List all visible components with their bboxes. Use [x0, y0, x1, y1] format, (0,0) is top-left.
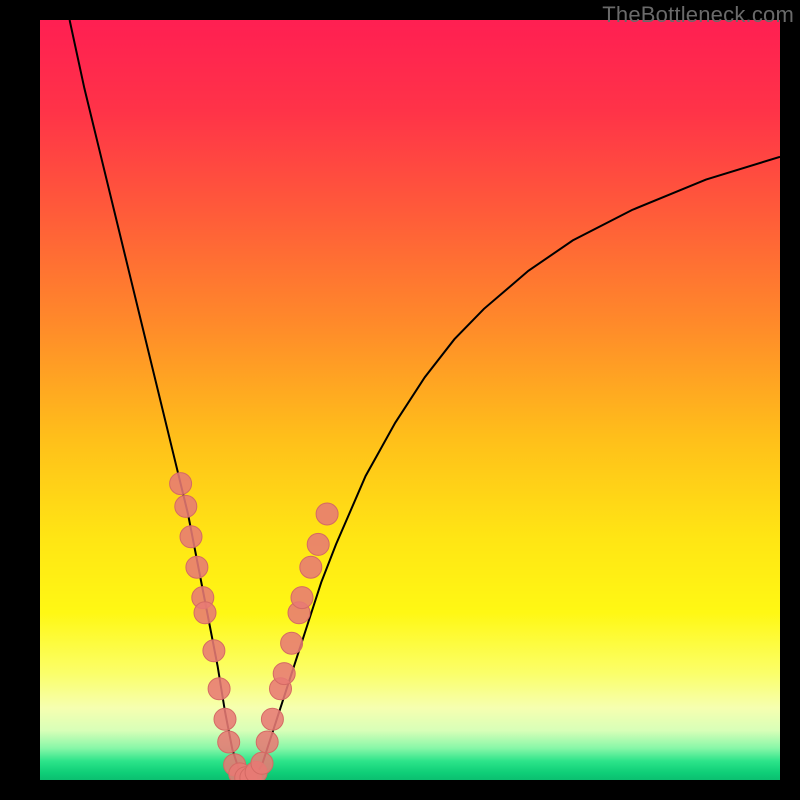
chart-svg: [40, 20, 780, 780]
data-marker: [307, 533, 329, 555]
watermark: TheBottleneck.com: [602, 2, 794, 28]
data-marker: [281, 632, 303, 654]
data-marker: [175, 495, 197, 517]
data-marker: [180, 526, 202, 548]
data-marker: [256, 731, 278, 753]
data-marker: [273, 663, 295, 685]
data-marker: [186, 556, 208, 578]
data-marker: [261, 708, 283, 730]
data-marker: [194, 602, 216, 624]
data-marker: [203, 640, 225, 662]
data-marker: [218, 731, 240, 753]
data-marker: [170, 473, 192, 495]
data-marker: [316, 503, 338, 525]
plot-area: [40, 20, 780, 780]
data-marker: [300, 556, 322, 578]
data-marker: [291, 587, 313, 609]
data-marker: [251, 752, 273, 774]
data-marker: [208, 678, 230, 700]
chart-container: TheBottleneck.com: [0, 0, 800, 800]
data-marker: [214, 708, 236, 730]
